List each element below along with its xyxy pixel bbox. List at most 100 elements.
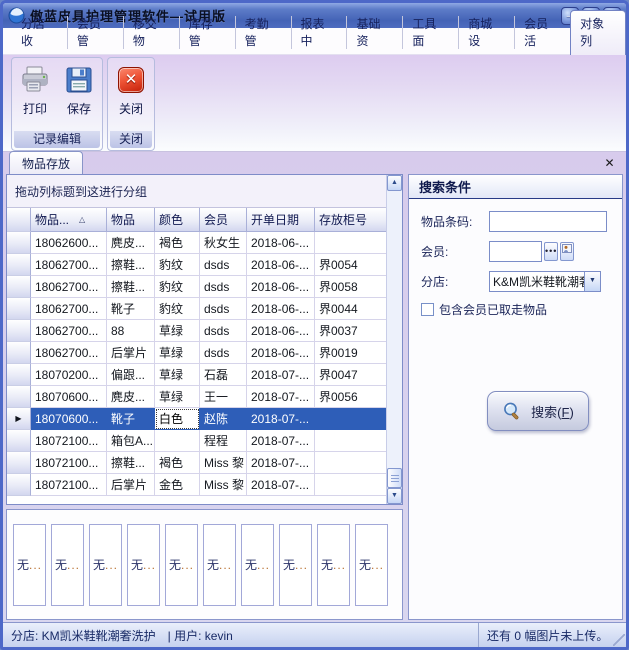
grid-cell[interactable]: 褐色 [155,232,200,254]
row-selector[interactable] [7,254,31,276]
grid-cell[interactable]: 草绿 [155,386,200,408]
tab-item-storage[interactable]: 物品存放 [9,151,83,174]
grid-cell[interactable]: 偏跟... [107,364,155,386]
grid-cell[interactable]: 2018-07-... [247,430,315,452]
scroll-up-icon[interactable]: ▲ [387,175,402,191]
grid-column-header-1[interactable]: 物品...△ [31,208,107,232]
table-row[interactable]: 18062700...擦鞋...豹纹dsds2018-06-...界0054 [7,254,386,276]
branch-select[interactable]: K&M凯米鞋靴潮奢 ▼ [489,271,601,292]
table-row[interactable]: 18070200...偏跟...草绿石磊2018-07-...界0047 [7,364,386,386]
grid-cell[interactable]: dsds [200,276,247,298]
photo-thumbnail[interactable]: 无... [241,524,274,606]
include-taken-label[interactable]: 包含会员已取走物品 [439,301,547,318]
photo-thumbnail[interactable]: 无... [355,524,388,606]
table-row[interactable]: 18072100...箱包A... 程程2018-07-... [7,430,386,452]
table-row[interactable]: 18062700...擦鞋...豹纹dsds2018-06-...界0058 [7,276,386,298]
grid-cell[interactable]: 褐色 [155,452,200,474]
row-selector[interactable] [7,232,31,254]
grid-cell[interactable]: 2018-06-... [247,298,315,320]
grid-cell[interactable]: 白色 [155,408,200,430]
grid-vertical-scrollbar[interactable]: ▲ ▼ [386,175,402,504]
row-selector[interactable] [7,386,31,408]
grid-cell[interactable]: 后掌片 [107,474,155,496]
grid-cell[interactable]: 豹纹 [155,254,200,276]
photo-thumbnail[interactable]: 无... [51,524,84,606]
grid-cell[interactable]: dsds [200,254,247,276]
grid-cell[interactable] [155,430,200,452]
grid-cell[interactable]: 擦鞋... [107,452,155,474]
include-taken-checkbox[interactable] [421,303,434,316]
grid-cell[interactable] [315,232,386,254]
grid-cell[interactable]: 18072100... [31,452,107,474]
grid-cell[interactable]: 麂皮... [107,232,155,254]
table-row[interactable]: 18072100...后掌片金色Miss 黎2018-07-... [7,474,386,496]
photo-thumbnail[interactable]: 无... [203,524,236,606]
grid-column-header-4[interactable]: 会员 [200,208,247,232]
grid-cell[interactable]: 豹纹 [155,298,200,320]
grid-cell[interactable]: 界0019 [315,342,386,364]
ribbon-tab-基础资[interactable]: 基础资 [346,11,402,54]
close-document-icon[interactable] [602,156,617,171]
grid-cell[interactable]: dsds [200,320,247,342]
grid-cell[interactable]: 18070600... [31,408,107,430]
grid-cell[interactable]: 18070600... [31,386,107,408]
row-selector[interactable] [7,276,31,298]
grid-cell[interactable]: 2018-06-... [247,342,315,364]
grid-cell[interactable]: 程程 [200,430,247,452]
ribbon-tab-分店收[interactable]: 分店收 [11,11,67,54]
scroll-down-icon[interactable]: ▼ [387,488,402,504]
row-selector[interactable]: ▶ [7,408,31,430]
grid-cell[interactable]: Miss 黎 [200,452,247,474]
grid-cell[interactable]: 草绿 [155,342,200,364]
table-row[interactable]: 18062600...麂皮...褐色秋女生2018-06-... [7,232,386,254]
grid-cell[interactable]: 界0047 [315,364,386,386]
ribbon-tab-移交物[interactable]: 移交物 [123,11,179,54]
barcode-input[interactable] [489,211,607,232]
grid-cell[interactable]: 后掌片 [107,342,155,364]
photo-thumbnail[interactable]: 无... [89,524,122,606]
grid-cell[interactable]: 18062700... [31,298,107,320]
grid-cell[interactable]: 王一 [200,386,247,408]
chevron-down-icon[interactable]: ▼ [584,272,600,291]
ribbon-tab-对象列[interactable]: 对象列 [570,10,626,55]
table-row[interactable]: 18062700...靴子豹纹dsds2018-06-...界0044 [7,298,386,320]
ribbon-tab-商城设[interactable]: 商城设 [458,11,514,54]
grid-cell[interactable]: 18072100... [31,474,107,496]
grid-cell[interactable]: 界0054 [315,254,386,276]
close-red-button[interactable]: ✕关闭 [110,60,152,128]
grid-cell[interactable]: 2018-06-... [247,320,315,342]
grid-cell[interactable]: 箱包A... [107,430,155,452]
grid-column-header-5[interactable]: 开单日期 [247,208,315,232]
ribbon-tab-工具面[interactable]: 工具面 [402,11,458,54]
grid-cell[interactable]: 18062700... [31,276,107,298]
grid-cell[interactable]: 界0044 [315,298,386,320]
grid-cell[interactable]: 2018-06-... [247,276,315,298]
row-selector[interactable] [7,452,31,474]
row-selector[interactable] [7,430,31,452]
grid-cell[interactable]: 金色 [155,474,200,496]
grid-cell[interactable]: 18072100... [31,430,107,452]
photo-thumbnail[interactable]: 无... [127,524,160,606]
grid-column-header-3[interactable]: 颜色 [155,208,200,232]
grid-cell[interactable]: 18070200... [31,364,107,386]
printer-button[interactable]: 打印 [14,60,56,128]
grid-cell[interactable] [315,408,386,430]
photo-thumbnail[interactable]: 无... [317,524,350,606]
grid-cell[interactable]: 2018-06-... [247,232,315,254]
ribbon-tab-会员活[interactable]: 会员活 [514,11,570,54]
grid-column-header-6[interactable]: 存放柜号 [315,208,386,232]
grid-cell[interactable]: 18062600... [31,232,107,254]
member-input[interactable] [489,241,542,262]
grid-cell[interactable]: 靴子 [107,408,155,430]
grid-cell[interactable]: 豹纹 [155,276,200,298]
row-selector[interactable] [7,320,31,342]
table-row[interactable]: 18062700...后掌片草绿dsds2018-06-...界0019 [7,342,386,364]
grid-cell[interactable]: 18062700... [31,254,107,276]
grid-cell[interactable] [315,474,386,496]
row-selector[interactable] [7,364,31,386]
grid-cell[interactable]: 秋女生 [200,232,247,254]
photo-thumbnail[interactable]: 无... [13,524,46,606]
grid-cell[interactable]: 2018-07-... [247,452,315,474]
grid-cell[interactable]: 石磊 [200,364,247,386]
grid-cell[interactable] [315,452,386,474]
